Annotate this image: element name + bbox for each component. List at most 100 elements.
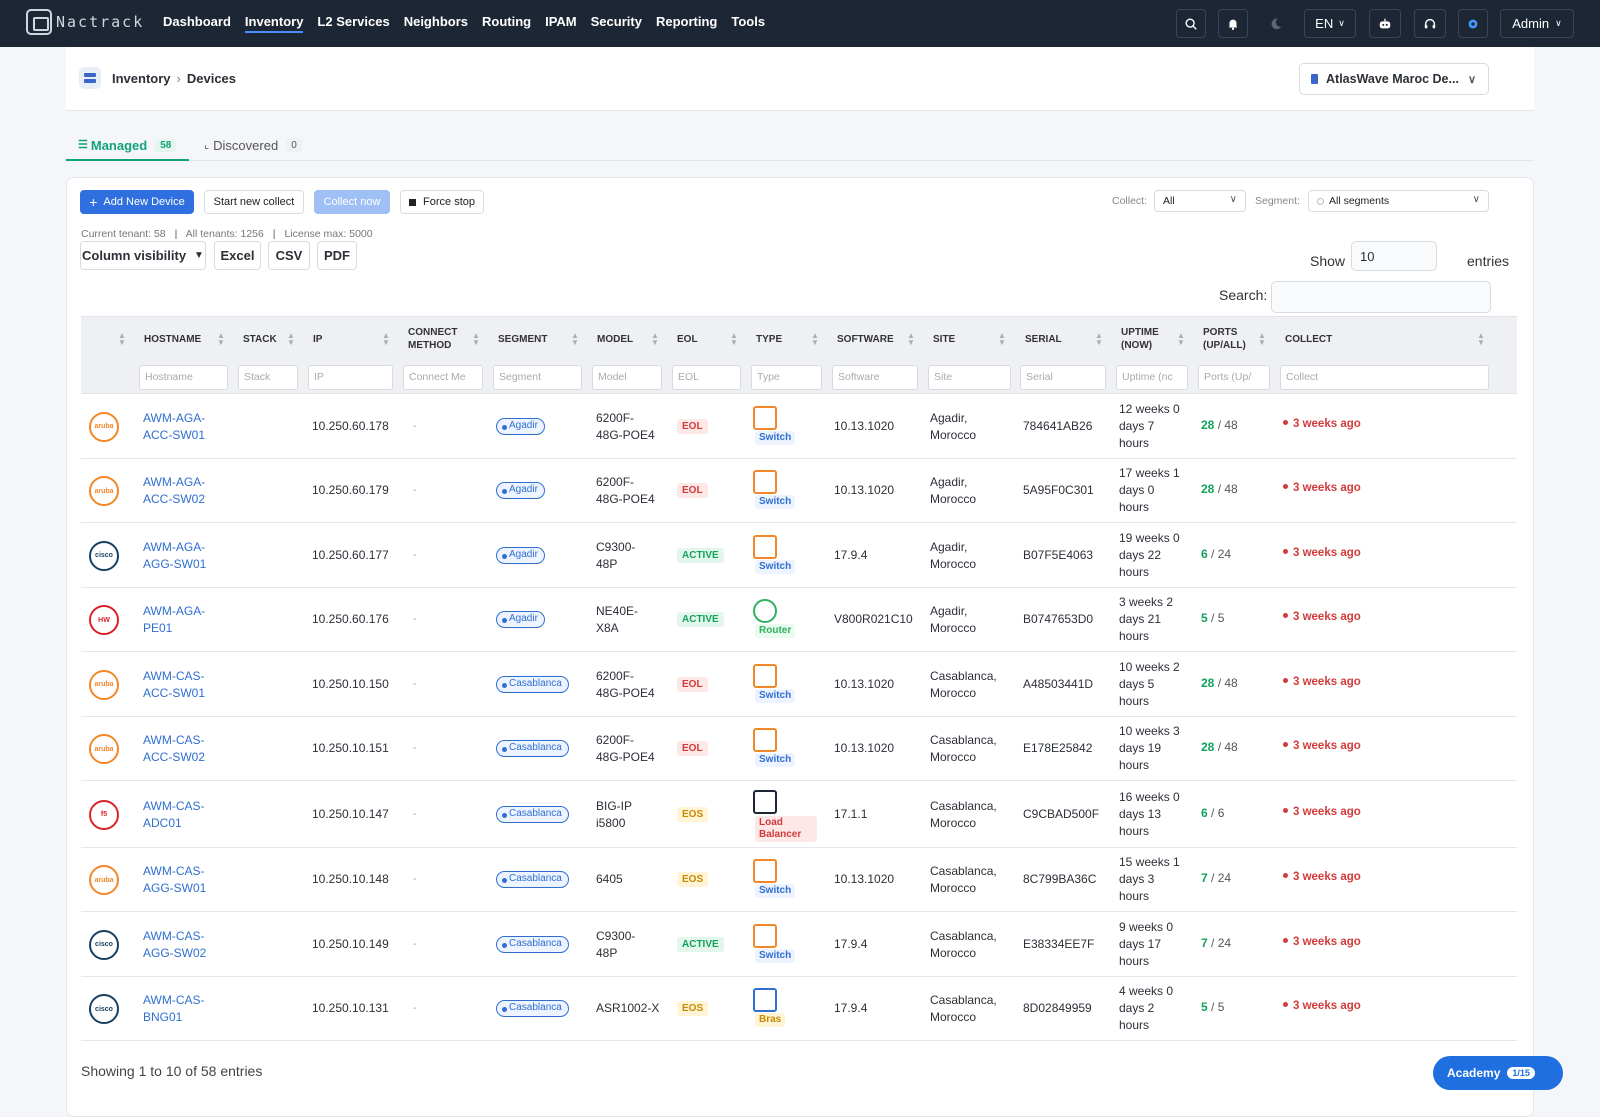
hostname-link[interactable]: AWM-CAS- ACC-SW02: [143, 732, 205, 766]
collect-now-button[interactable]: Collect now: [314, 190, 390, 214]
col-ip[interactable]: IP: [313, 317, 322, 361]
col-type[interactable]: TYPE: [756, 317, 782, 361]
all-tenants-count: All tenants: 1256: [185, 228, 264, 240]
filter-eol[interactable]: EOL: [672, 365, 741, 390]
software-cell: 17.9.4: [834, 547, 868, 562]
col-software[interactable]: SOFTWARE: [837, 317, 894, 361]
sort-icon[interactable]: ▲ ▼: [907, 332, 915, 347]
filter-segment[interactable]: Segment: [493, 365, 582, 390]
serial-cell: 5A95F0C301: [1023, 483, 1094, 497]
hostname-link[interactable]: AWM-AGA- PE01: [143, 603, 205, 637]
assistant-button[interactable]: [1369, 9, 1401, 38]
col-model[interactable]: MODEL: [597, 317, 633, 361]
col-site[interactable]: SITE: [933, 317, 955, 361]
hostname-link[interactable]: AWM-CAS- ACC-SW01: [143, 668, 205, 702]
model-cell: C9300- 48P: [596, 928, 635, 962]
academy-button[interactable]: Academy 1/15: [1433, 1056, 1563, 1090]
csv-export-button[interactable]: CSV: [268, 241, 310, 270]
hostname-link[interactable]: AWM-CAS- AGG-SW01: [143, 863, 206, 897]
app-logo[interactable]: Nactrack: [26, 9, 144, 35]
filter-model[interactable]: Model: [592, 365, 662, 390]
filter-hostname[interactable]: Hostname: [139, 365, 228, 390]
user-menu[interactable]: Admin ∨: [1500, 9, 1574, 38]
start-collect-button[interactable]: Start new collect: [204, 190, 304, 214]
breadcrumb-root[interactable]: Inventory: [112, 71, 171, 86]
uptime-cell: 4 weeks 0 days 2 hours: [1119, 983, 1173, 1034]
filter-software[interactable]: Software: [832, 365, 918, 390]
sort-icon[interactable]: ▲ ▼: [382, 332, 390, 347]
nav-routing[interactable]: Routing: [482, 14, 531, 33]
sort-icon[interactable]: ▲ ▼: [1095, 332, 1103, 347]
settings-button[interactable]: [1458, 9, 1488, 38]
filter-site[interactable]: Site: [928, 365, 1011, 390]
tab-discovered[interactable]: ⌞‎ Discovered 0: [204, 133, 314, 161]
collect-filter-select[interactable]: All ∨: [1154, 190, 1246, 212]
nav-tools[interactable]: Tools: [731, 14, 765, 33]
sort-icon[interactable]: ▲ ▼: [1258, 332, 1266, 347]
col-uptime[interactable]: UPTIME (NOW): [1121, 317, 1171, 361]
sort-icon[interactable]: ▲ ▼: [998, 332, 1006, 347]
hostname-link[interactable]: AWM-AGA- ACC-SW02: [143, 474, 205, 508]
theme-toggle[interactable]: [1261, 9, 1291, 38]
col-eol[interactable]: EOL: [677, 317, 698, 361]
hostname-link[interactable]: AWM-AGA- ACC-SW01: [143, 410, 205, 444]
nav-neighbors[interactable]: Neighbors: [404, 14, 468, 33]
col-hostname[interactable]: HOSTNAME: [144, 317, 201, 361]
tab-managed[interactable]: ☰ Managed 58: [66, 133, 189, 161]
filter-serial[interactable]: Serial: [1020, 365, 1106, 390]
nav-ipam[interactable]: IPAM: [545, 14, 577, 33]
segment-filter-select[interactable]: All segments ∨: [1308, 190, 1489, 212]
table-search-input[interactable]: [1271, 281, 1491, 313]
filter-type[interactable]: Type: [751, 365, 822, 390]
col-serial[interactable]: SERIAL: [1025, 317, 1062, 361]
nav-security[interactable]: Security: [591, 14, 642, 33]
filter-stack[interactable]: Stack: [238, 365, 298, 390]
filter-collect[interactable]: Collect: [1280, 365, 1489, 390]
col-stack[interactable]: STACK: [243, 317, 277, 361]
force-stop-button[interactable]: Force stop: [400, 190, 484, 214]
sort-icon[interactable]: ▲ ▼: [287, 332, 295, 347]
filter-connect-method[interactable]: Connect Me: [403, 365, 483, 390]
sort-icon[interactable]: ▲ ▼: [118, 332, 126, 347]
entries-per-page-input[interactable]: 10: [1351, 241, 1437, 271]
hostname-link[interactable]: AWM-CAS- AGG-SW02: [143, 928, 206, 962]
filter-ip[interactable]: IP: [308, 365, 393, 390]
support-button[interactable]: [1414, 9, 1446, 38]
software-cell: 10.13.1020: [834, 483, 895, 497]
hostname-link[interactable]: AWM-CAS- ADC01: [143, 798, 205, 832]
filter-uptime[interactable]: Uptime (nc: [1116, 365, 1188, 390]
notifications-button[interactable]: [1218, 9, 1248, 38]
device-type-label: Router: [755, 624, 796, 638]
column-visibility-button[interactable]: Column visibility ▼: [80, 241, 206, 270]
col-segment[interactable]: SEGMENT: [498, 317, 547, 361]
filter-ports[interactable]: Ports (Up/: [1198, 365, 1270, 390]
col-collect[interactable]: COLLECT: [1285, 317, 1332, 361]
pdf-export-button[interactable]: PDF: [317, 241, 357, 270]
language-select[interactable]: EN ∨: [1304, 9, 1356, 38]
search-button[interactable]: [1176, 9, 1206, 38]
nav-l2-services[interactable]: L2 Services: [317, 14, 389, 33]
col-connect-method[interactable]: CONNECT METHOD: [408, 317, 468, 361]
excel-export-button[interactable]: Excel: [214, 241, 261, 270]
nav-dashboard[interactable]: Dashboard: [163, 14, 231, 33]
uptime-cell: 12 weeks 0 days 7 hours: [1119, 401, 1180, 452]
nav-inventory[interactable]: Inventory: [244, 14, 304, 33]
add-device-button[interactable]: + Add New Device: [80, 190, 194, 214]
hostname-link[interactable]: AWM-AGA- AGG-SW01: [143, 539, 206, 573]
sort-icon[interactable]: ▲ ▼: [472, 332, 480, 347]
sort-icon[interactable]: ▲ ▼: [571, 332, 579, 347]
eol-status-badge: EOS: [677, 872, 709, 887]
model-line: C9300-: [596, 928, 636, 943]
sort-icon[interactable]: ▲ ▼: [1177, 332, 1185, 347]
col-ports[interactable]: PORTS (UP/ALL): [1203, 317, 1253, 361]
hostname-link[interactable]: AWM-CAS- BNG01: [143, 992, 205, 1026]
sort-icon[interactable]: ▲ ▼: [811, 332, 819, 347]
eol-status-badge: ACTIVE: [677, 936, 724, 952]
sort-icon[interactable]: ▲ ▼: [217, 332, 225, 347]
sort-icon[interactable]: ▲ ▼: [1477, 332, 1485, 347]
nav-reporting[interactable]: Reporting: [656, 14, 717, 33]
ip-cell: 10.250.10.151: [312, 741, 389, 755]
tenant-select[interactable]: AtlasWave Maroc De... ∨: [1299, 63, 1489, 95]
sort-icon[interactable]: ▲ ▼: [651, 332, 659, 347]
sort-icon[interactable]: ▲ ▼: [730, 332, 738, 347]
